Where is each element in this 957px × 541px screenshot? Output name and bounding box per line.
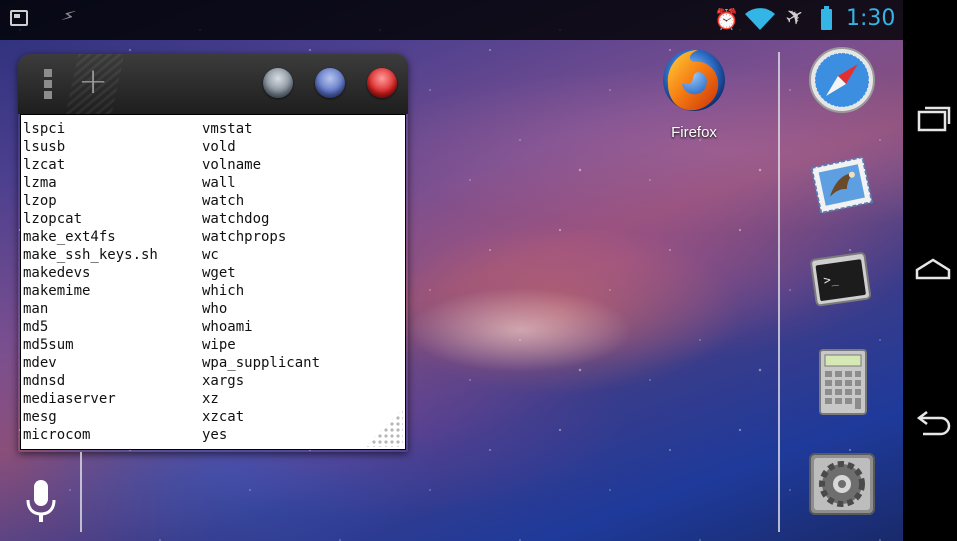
recent-apps-button[interactable]	[913, 98, 953, 138]
terminal-line: volname	[202, 157, 262, 173]
terminal-line: lzcat	[23, 157, 66, 173]
terminal-titlebar[interactable]: +	[18, 54, 408, 114]
terminal-line: who	[202, 301, 228, 317]
terminal-line: mdnsd	[23, 373, 66, 389]
terminal-output[interactable]: lspci lsusb lzcat lzma lzop lzopcat make_ext4f…	[20, 114, 406, 450]
terminal-line: lzma	[23, 175, 57, 191]
terminal-line: lzop	[23, 193, 57, 209]
navigation-bar	[903, 0, 957, 541]
terminal-line: md5sum	[23, 337, 74, 353]
terminal-line: xz	[202, 391, 219, 407]
menu-icon[interactable]	[44, 69, 52, 101]
dock-divider	[778, 52, 780, 532]
red-button[interactable]	[367, 68, 397, 98]
airplane-icon: ✈	[780, 2, 810, 33]
terminal-line: watchdog	[202, 211, 270, 227]
terminal-widget[interactable]: + lspci lsusb lzcat lzma lzop lzopcat make_ext…	[18, 54, 408, 452]
terminal-line: man	[23, 301, 49, 317]
terminal-line: lzopcat	[23, 211, 83, 227]
terminal-line: vmstat	[202, 121, 253, 137]
terminal-line: mdev	[23, 355, 57, 371]
terminal-app-icon[interactable]: >_	[806, 246, 878, 318]
terminal-line: microcom	[23, 427, 91, 443]
terminal-line: yes	[202, 427, 228, 443]
safari-icon[interactable]	[806, 44, 878, 116]
system-preferences-icon[interactable]	[806, 450, 878, 522]
terminal-line: wc	[202, 247, 219, 263]
terminal-line: wall	[202, 175, 236, 191]
wifi-icon	[745, 8, 775, 31]
terminal-line: makedevs	[23, 265, 91, 281]
terminal-column-left: lspci lsusb lzcat lzma lzop lzopcat make_ext4f…	[23, 120, 158, 444]
terminal-line: wget	[202, 265, 236, 281]
blue-button[interactable]	[315, 68, 345, 98]
microphone-icon[interactable]	[24, 478, 58, 524]
alarm-icon: ⏰	[714, 7, 739, 31]
calculator-icon[interactable]	[806, 346, 878, 418]
add-icon[interactable]: +	[78, 62, 108, 102]
terminal-line: vold	[202, 139, 236, 155]
gray-button[interactable]	[263, 68, 293, 98]
terminal-line: mediaserver	[23, 391, 116, 407]
usb-debug-icon: ⚡	[58, 4, 78, 29]
terminal-line: makemime	[23, 283, 91, 299]
terminal-line: xzcat	[202, 409, 245, 425]
terminal-notification-icon	[10, 10, 28, 26]
terminal-line: wpa_supplicant	[202, 355, 321, 371]
terminal-column-right: vmstat vold volname wall watch watchdog watchp…	[202, 120, 320, 444]
resize-handle[interactable]	[365, 409, 403, 447]
terminal-line: xargs	[202, 373, 245, 389]
firefox-label[interactable]: Firefox	[648, 124, 740, 141]
terminal-line: lsusb	[23, 139, 66, 155]
mail-icon[interactable]	[806, 150, 878, 222]
left-divider	[80, 452, 82, 532]
terminal-line: make_ssh_keys.sh	[23, 247, 158, 263]
terminal-line: watch	[202, 193, 245, 209]
firefox-icon[interactable]	[658, 44, 730, 116]
terminal-line: wipe	[202, 337, 236, 353]
terminal-line: md5	[23, 319, 49, 335]
status-bar: ⚡ ⏰ ✈ 1:30	[0, 0, 903, 40]
svg-text:>_: >_	[823, 271, 840, 287]
terminal-line: make_ext4fs	[23, 229, 116, 245]
back-button[interactable]	[913, 404, 953, 444]
terminal-line: mesg	[23, 409, 57, 425]
terminal-line: lspci	[23, 121, 66, 137]
clock: 1:30	[846, 6, 896, 31]
terminal-line: which	[202, 283, 245, 299]
terminal-line: watchprops	[202, 229, 287, 245]
battery-icon	[821, 6, 832, 30]
home-button[interactable]	[913, 250, 953, 290]
terminal-line: whoami	[202, 319, 253, 335]
